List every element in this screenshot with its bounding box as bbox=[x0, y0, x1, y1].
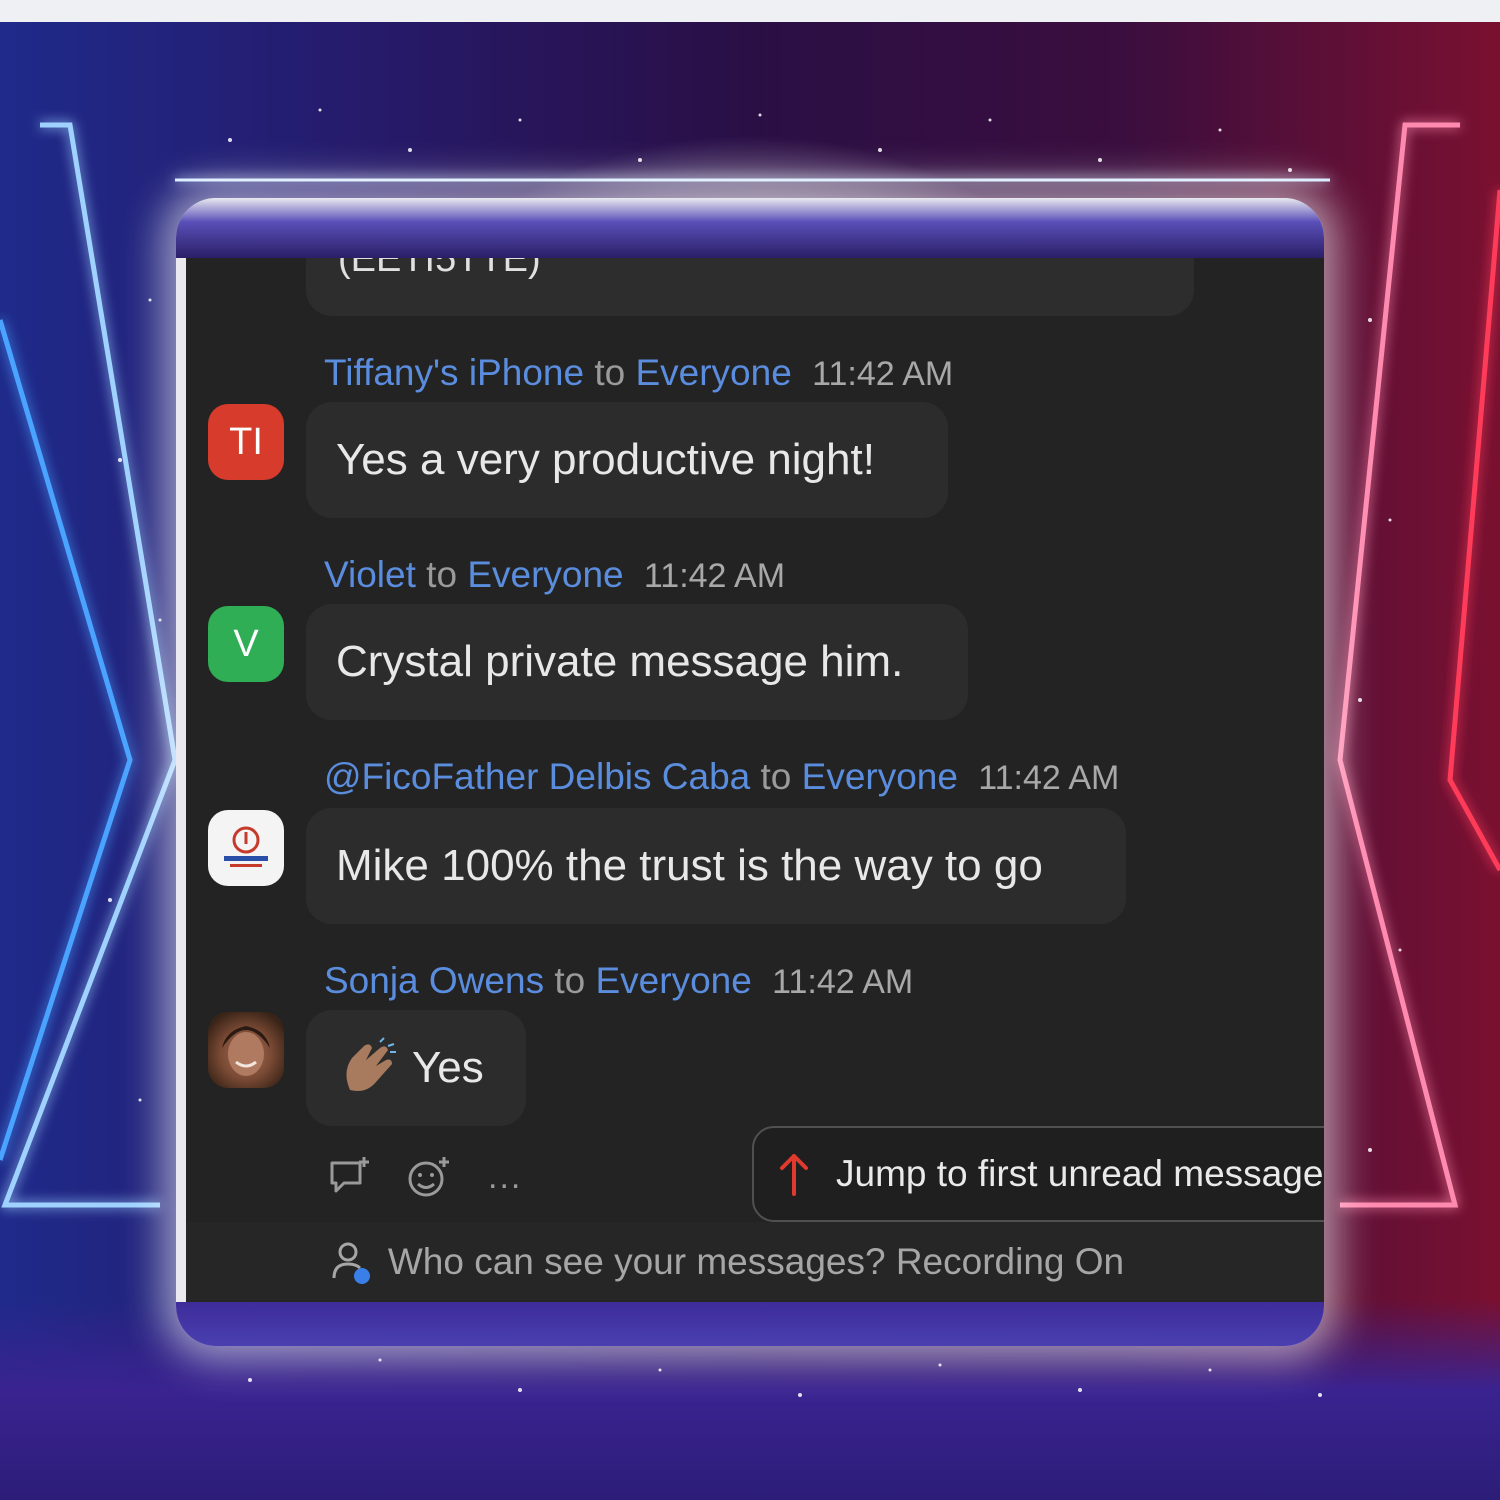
recipient-name[interactable]: Everyone bbox=[467, 554, 623, 595]
avatar-initials: TI bbox=[229, 420, 263, 463]
to-label: to bbox=[426, 554, 458, 595]
message-time: 11:42 AM bbox=[812, 355, 954, 393]
clapping-hands-emoji bbox=[346, 1037, 396, 1091]
arrow-up-icon bbox=[780, 1154, 808, 1196]
jump-to-unread-button[interactable]: Jump to first unread message bbox=[752, 1126, 1324, 1222]
message-header: @FicoFather Delbis Caba to Everyone 11:4… bbox=[324, 756, 1119, 798]
message-action-bar: ... bbox=[326, 1153, 522, 1201]
message-text: Crystal private message him. bbox=[336, 637, 904, 686]
message-header: Violet to Everyone 11:42 AM bbox=[324, 554, 785, 596]
to-label: to bbox=[594, 352, 626, 393]
more-options-icon[interactable]: ... bbox=[488, 1158, 522, 1197]
message-time: 11:42 AM bbox=[643, 557, 786, 595]
person-photo-icon bbox=[222, 1026, 270, 1076]
sender-name[interactable]: Violet bbox=[324, 554, 416, 595]
message-header: Tiffany's iPhone to Everyone 11:42 AM bbox=[324, 352, 953, 394]
recipient-name[interactable]: Everyone bbox=[635, 352, 791, 393]
avatar-initials: V bbox=[233, 622, 259, 665]
to-label: to bbox=[554, 960, 586, 1001]
recipient-name[interactable]: Everyone bbox=[596, 960, 752, 1001]
message-bubble[interactable]: Crystal private message him. bbox=[306, 604, 968, 720]
logo-avatar[interactable] bbox=[208, 810, 284, 886]
to-label: to bbox=[760, 756, 792, 797]
sender-name[interactable]: Sonja Owens bbox=[324, 960, 544, 1001]
photo-avatar[interactable] bbox=[208, 1012, 284, 1088]
avatar[interactable]: V bbox=[208, 606, 284, 682]
message-time: 11:42 AM bbox=[978, 759, 1120, 797]
message-bubble[interactable]: Yes a very productive night! bbox=[306, 402, 948, 518]
sender-name[interactable]: @FicoFather Delbis Caba bbox=[324, 756, 750, 797]
jump-label: Jump to first unread message bbox=[836, 1153, 1324, 1194]
previous-message-text: (EETI5TTE) bbox=[338, 258, 541, 280]
message-header: Sonja Owens to Everyone 11:42 AM bbox=[324, 960, 913, 1002]
message-visibility-bar[interactable]: Who can see your messages? Recording On bbox=[186, 1222, 1324, 1302]
footer-content: Who can see your messages? Recording On bbox=[330, 1238, 1124, 1286]
chat-panel: (EETI5TTE) Tiffany's iPhone to Everyone … bbox=[186, 258, 1324, 1302]
message-text: Mike 100% the trust is the way to go bbox=[336, 841, 1043, 890]
visibility-text: Who can see your messages? Recording On bbox=[387, 1241, 1125, 1282]
add-reaction-icon[interactable] bbox=[404, 1153, 452, 1201]
reply-icon[interactable] bbox=[326, 1153, 374, 1201]
avatar[interactable]: TI bbox=[208, 404, 284, 480]
chat-window-frame: (EETI5TTE) Tiffany's iPhone to Everyone … bbox=[176, 198, 1324, 1346]
message-bubble[interactable]: Mike 100% the trust is the way to go bbox=[306, 808, 1126, 924]
sender-name[interactable]: Tiffany's iPhone bbox=[324, 352, 584, 393]
frame-top-glow bbox=[176, 198, 1324, 258]
visibility-user-icon bbox=[332, 1242, 370, 1284]
frame-bottom-glow bbox=[176, 1302, 1324, 1346]
message-time: 11:42 AM bbox=[772, 963, 914, 1001]
logo-icon bbox=[224, 826, 268, 867]
message-text: Yes bbox=[412, 1043, 484, 1092]
message-bubble[interactable]: Yes bbox=[306, 1010, 526, 1126]
message-text: Yes a very productive night! bbox=[336, 435, 875, 484]
recipient-name[interactable]: Everyone bbox=[802, 756, 958, 797]
